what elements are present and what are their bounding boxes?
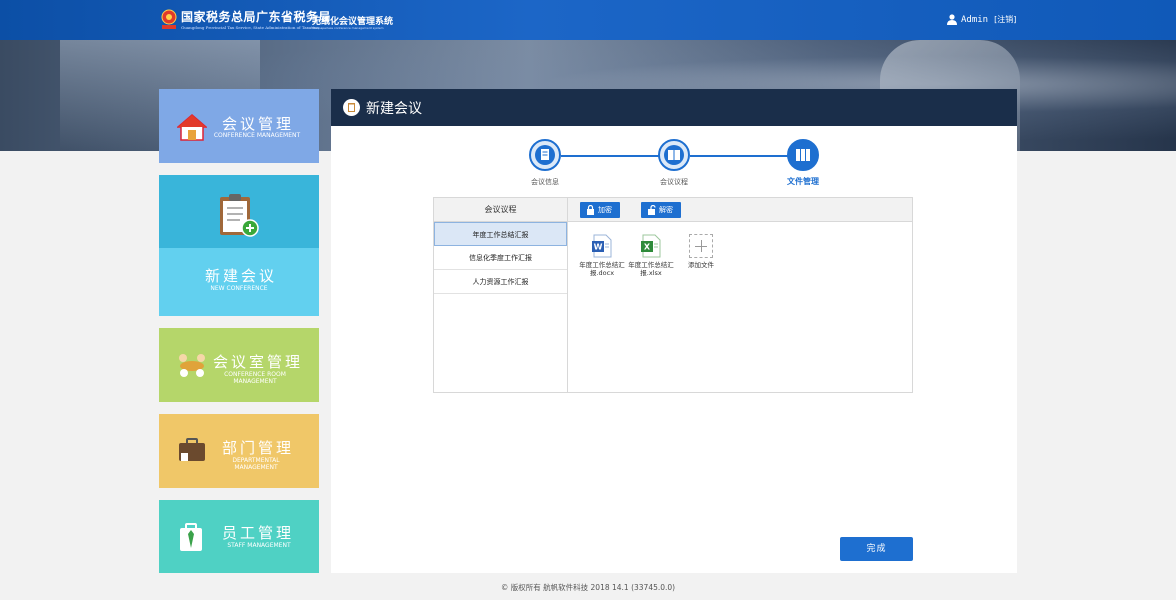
brand-subtitle: Guangdong Provincial Tax Service, State … xyxy=(181,25,320,30)
decrypt-button[interactable]: 解密 xyxy=(641,202,681,218)
user-menu: Admin [注销] xyxy=(947,14,1016,25)
word-file-icon: W xyxy=(592,234,612,258)
agenda-item[interactable]: 人力资源工作汇报 xyxy=(434,270,567,294)
agenda-item[interactable]: 年度工作总结汇报 xyxy=(434,222,567,246)
unlock-icon xyxy=(648,205,656,215)
document-icon xyxy=(535,145,555,165)
finish-button[interactable]: 完成 xyxy=(840,537,913,561)
svg-text:X: X xyxy=(644,243,651,252)
file-management-box: 会议议程 年度工作总结汇报 信息化季度工作汇报 人力资源工作汇报 加密 解密 W… xyxy=(433,197,913,393)
sidebar-item-conference-management[interactable]: 会议管理 CONFERENCE MANAGEMENT xyxy=(159,89,319,163)
svg-text:W: W xyxy=(594,243,603,252)
staff-icon xyxy=(180,523,202,551)
house-icon xyxy=(177,114,207,141)
meeting-icon xyxy=(179,354,205,377)
file-item-docx[interactable]: W 年度工作总结汇报.docx xyxy=(578,234,626,277)
file-name: 年度工作总结汇报.xlsx xyxy=(628,261,674,277)
step-label: 会议议程 xyxy=(660,178,688,186)
sidebar-item-label: 会议管理 xyxy=(222,115,295,133)
encrypt-button[interactable]: 加密 xyxy=(580,202,620,218)
page-title: 新建会议 xyxy=(366,101,422,117)
footer-copyright: © 版权所有 航帆软件科技 2018 14.1 (33745.0.0) xyxy=(500,583,676,592)
sidebar-item-label: 会议室管理 xyxy=(213,353,304,371)
agenda-item[interactable]: 信息化季度工作汇报 xyxy=(434,246,567,270)
sidebar-item-sublabel: DEPARTMENTAL MANAGEMENT xyxy=(232,457,280,471)
sidebar-item-label: 员工管理 xyxy=(222,524,295,542)
step-connector xyxy=(561,155,659,157)
lock-icon xyxy=(587,205,594,215)
top-header: 国家税务总局广东省税务局 Guangdong Provincial Tax Se… xyxy=(0,0,1176,40)
step-file-management[interactable] xyxy=(787,139,819,171)
sidebar-item-label: 部门管理 xyxy=(222,439,295,457)
sidebar-item-sublabel: STAFF MANAGEMENT xyxy=(227,542,291,549)
sidebar-item-sublabel: CONFERENCE ROOM MANAGEMENT xyxy=(224,371,286,385)
agenda-header: 会议议程 xyxy=(434,198,567,222)
sidebar-item-new-conference[interactable]: 新建会议 NEW CONFERENCE xyxy=(159,175,319,316)
sidebar-item-staff-management[interactable]: 员工管理 STAFF MANAGEMENT xyxy=(159,500,319,573)
logout-link[interactable]: [注销] xyxy=(994,14,1016,25)
clipboard-add-icon xyxy=(220,194,259,237)
sidebar-item-sublabel: NEW CONFERENCE xyxy=(210,285,268,292)
step-label: 会议信息 xyxy=(531,178,559,186)
agenda-list: 会议议程 年度工作总结汇报 信息化季度工作汇报 人力资源工作汇报 xyxy=(434,198,568,392)
user-icon xyxy=(947,14,957,25)
step-label: 文件管理 xyxy=(787,177,819,186)
step-meeting-info[interactable] xyxy=(529,139,561,171)
file-name: 年度工作总结汇报.docx xyxy=(579,261,625,277)
briefcase-icon xyxy=(179,438,205,461)
step-connector xyxy=(690,155,789,157)
sidebar-item-sublabel: CONFERENCE MANAGEMENT xyxy=(213,132,301,139)
step-agenda[interactable] xyxy=(658,139,690,171)
decrypt-label: 解密 xyxy=(659,206,673,214)
sidebar-item-department-management[interactable]: 部门管理 DEPARTMENTAL MANAGEMENT xyxy=(159,414,319,488)
excel-file-icon: X xyxy=(641,234,661,258)
add-file-button[interactable]: 添加文件 xyxy=(677,234,725,269)
files-icon xyxy=(796,149,810,161)
book-icon xyxy=(664,145,684,165)
add-file-label: 添加文件 xyxy=(688,261,714,269)
file-toolbar: 加密 解密 xyxy=(568,198,912,222)
plus-icon xyxy=(689,234,713,258)
file-item-xlsx[interactable]: X 年度工作总结汇报.xlsx xyxy=(627,234,675,277)
tax-emblem-icon xyxy=(161,9,177,29)
file-panel: 加密 解密 W 年度工作总结汇报.docx X 年度工作总结汇报.xlsx 添加… xyxy=(568,198,912,392)
clipboard-icon xyxy=(343,99,360,116)
sidebar-item-label: 新建会议 xyxy=(205,267,278,285)
user-name: Admin xyxy=(961,14,989,25)
sidebar-item-room-management[interactable]: 会议室管理 CONFERENCE ROOM MANAGEMENT xyxy=(159,328,319,402)
system-subtitle: The paperless conference management syst… xyxy=(312,26,384,30)
encrypt-label: 加密 xyxy=(598,206,612,214)
brand-title: 国家税务总局广东省税务局 xyxy=(181,10,332,24)
panel-header: 新建会议 xyxy=(331,89,1017,126)
